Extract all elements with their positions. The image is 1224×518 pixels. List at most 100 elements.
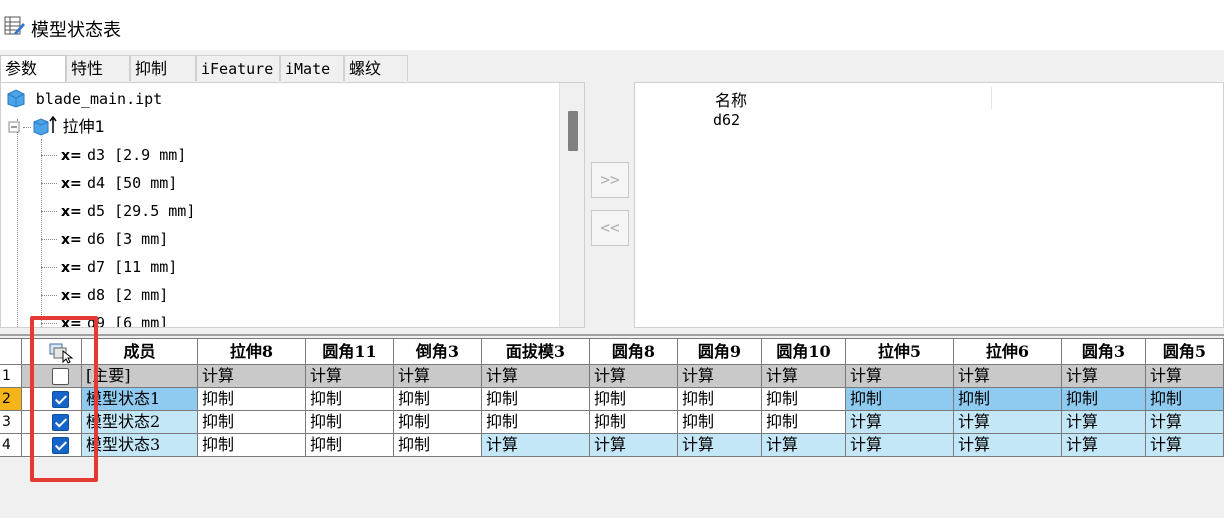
state-value-cell[interactable]: 计算: [394, 365, 482, 388]
state-value-cell[interactable]: 抑制: [762, 411, 846, 434]
tab-ifeature[interactable]: iFeature: [196, 55, 280, 81]
state-value-cell[interactable]: 抑制: [394, 388, 482, 411]
column-header[interactable]: 圆角5: [1146, 338, 1224, 365]
tree-connector: [41, 295, 57, 296]
tree-feature-item[interactable]: 拉伸1: [7, 115, 105, 139]
tab-properties[interactable]: 特性: [66, 55, 130, 81]
state-value-cell[interactable]: 计算: [678, 365, 762, 388]
state-value-cell[interactable]: 计算: [846, 365, 954, 388]
state-value-cell[interactable]: 计算: [954, 434, 1062, 457]
state-value-cell[interactable]: 抑制: [306, 434, 394, 457]
column-header[interactable]: 成员: [82, 338, 198, 365]
list-item[interactable]: d62: [713, 111, 740, 129]
collapse-minus-icon[interactable]: [7, 119, 27, 135]
tree-connector: [41, 267, 57, 268]
pane-splitter[interactable]: [0, 334, 1224, 336]
state-value-cell[interactable]: 抑制: [762, 388, 846, 411]
column-header[interactable]: 倒角3: [394, 338, 482, 365]
state-value-cell[interactable]: 计算: [1062, 434, 1146, 457]
param-item[interactable]: x= d5 [29.5 mm]: [61, 199, 195, 223]
column-header[interactable]: 拉伸8: [198, 338, 306, 365]
title-bar: 模型状态表: [0, 0, 1224, 50]
state-value-cell[interactable]: 计算: [482, 434, 590, 457]
param-item[interactable]: x= d8 [2 mm]: [61, 283, 168, 307]
state-value-cell[interactable]: 计算: [1146, 365, 1224, 388]
column-header[interactable]: 圆角10: [762, 338, 846, 365]
state-value-cell[interactable]: 抑制: [846, 388, 954, 411]
selected-parameters-list[interactable]: 名称 d62: [634, 82, 1224, 328]
state-value-cell[interactable]: 抑制: [1062, 388, 1146, 411]
state-value-cell[interactable]: 抑制: [198, 434, 306, 457]
state-value-cell[interactable]: 计算: [954, 365, 1062, 388]
state-value-cell[interactable]: 抑制: [482, 411, 590, 434]
state-value-cell[interactable]: 抑制: [678, 388, 762, 411]
column-header[interactable]: 面拔模3: [482, 338, 590, 365]
add-parameter-button[interactable]: >>: [591, 162, 629, 198]
member-name-cell[interactable]: [主要]: [82, 365, 198, 388]
column-header[interactable]: 拉伸5: [846, 338, 954, 365]
list-column-header-name[interactable]: 名称: [715, 87, 747, 111]
row-number[interactable]: 4: [0, 434, 22, 457]
state-value-cell[interactable]: 抑制: [198, 411, 306, 434]
state-value-cell[interactable]: 抑制: [1146, 388, 1224, 411]
column-header[interactable]: 圆角3: [1062, 338, 1146, 365]
state-value-cell[interactable]: 计算: [590, 434, 678, 457]
tab-parameters[interactable]: 参数: [0, 55, 66, 82]
state-value-cell[interactable]: 抑制: [394, 434, 482, 457]
state-value-cell[interactable]: 计算: [846, 411, 954, 434]
member-name-cell[interactable]: 模型状态1: [82, 388, 198, 411]
state-value-cell[interactable]: 抑制: [590, 411, 678, 434]
member-name-cell[interactable]: 模型状态2: [82, 411, 198, 434]
parameter-tree[interactable]: blade_main.ipt 拉伸1 x= d3 [2.9 mm] x= d4 [5…: [0, 82, 585, 328]
tree-scrollbar[interactable]: [559, 83, 584, 327]
row-number[interactable]: 3: [0, 411, 22, 434]
state-value-cell[interactable]: 计算: [762, 434, 846, 457]
tab-suppress[interactable]: 抑制: [130, 55, 196, 81]
state-value-cell[interactable]: 计算: [678, 434, 762, 457]
state-value-cell[interactable]: 计算: [590, 365, 678, 388]
model-state-table: 成员 拉伸8 圆角11 倒角3 面拔模3 圆角8 圆角9 圆角10 拉伸5 拉伸6 圆角3 圆角5 1 […: [0, 338, 1224, 458]
state-value-cell[interactable]: 抑制: [198, 388, 306, 411]
state-value-cell[interactable]: 计算: [482, 365, 590, 388]
extrude-feature-icon: [33, 115, 57, 136]
tab-thread[interactable]: 螺纹: [344, 55, 408, 81]
column-header[interactable]: 圆角11: [306, 338, 394, 365]
column-header[interactable]: 拉伸6: [954, 338, 1062, 365]
state-value-cell[interactable]: 抑制: [394, 411, 482, 434]
state-value-cell[interactable]: 计算: [846, 434, 954, 457]
state-value-cell[interactable]: 计算: [306, 365, 394, 388]
column-header[interactable]: 圆角9: [678, 338, 762, 365]
param-item[interactable]: x= d3 [2.9 mm]: [61, 143, 186, 167]
tab-imate[interactable]: iMate: [280, 55, 344, 81]
state-value-cell[interactable]: 计算: [198, 365, 306, 388]
parameter-icon: x=: [61, 204, 82, 220]
tree-root-item[interactable]: blade_main.ipt: [5, 87, 162, 111]
column-header[interactable]: 圆角8: [590, 338, 678, 365]
state-value-cell[interactable]: 抑制: [306, 388, 394, 411]
member-name-cell[interactable]: 模型状态3: [82, 434, 198, 457]
param-item[interactable]: x= d6 [3 mm]: [61, 227, 168, 251]
parameter-icon: x=: [61, 260, 82, 276]
state-value-cell[interactable]: 抑制: [306, 411, 394, 434]
state-value-cell[interactable]: 抑制: [482, 388, 590, 411]
state-value-cell[interactable]: 抑制: [954, 388, 1062, 411]
state-value-cell[interactable]: 计算: [1146, 411, 1224, 434]
parameter-icon: x=: [61, 232, 82, 248]
tree-connector: [41, 155, 57, 156]
state-value-cell[interactable]: 计算: [1062, 411, 1146, 434]
state-value-cell[interactable]: 计算: [1146, 434, 1224, 457]
parameter-icon: x=: [61, 288, 82, 304]
state-value-cell[interactable]: 计算: [1062, 365, 1146, 388]
param-item[interactable]: x= d4 [50 mm]: [61, 171, 177, 195]
state-value-cell[interactable]: 抑制: [590, 388, 678, 411]
row-number[interactable]: 1: [0, 365, 22, 388]
tree-connector: [41, 211, 57, 212]
state-value-cell[interactable]: 计算: [762, 365, 846, 388]
scrollbar-thumb[interactable]: [568, 111, 578, 151]
remove-parameter-button[interactable]: <<: [591, 210, 629, 246]
row-number[interactable]: 2: [0, 388, 22, 411]
state-value-cell[interactable]: 抑制: [678, 411, 762, 434]
table-edit-icon: [4, 16, 25, 35]
param-item[interactable]: x= d7 [11 mm]: [61, 255, 177, 279]
state-value-cell[interactable]: 计算: [954, 411, 1062, 434]
